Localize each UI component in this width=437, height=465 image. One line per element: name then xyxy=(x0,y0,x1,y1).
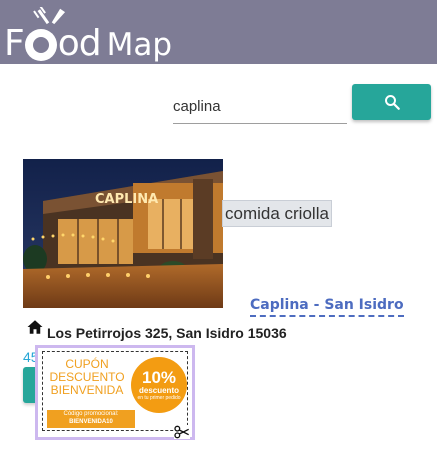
logo-text-prefix: F xyxy=(4,23,25,64)
coupon-code: BIENVENIDA10 xyxy=(69,419,113,425)
coupon-discount-note: en tu primer pedido xyxy=(137,395,181,401)
logo-text-map: Map xyxy=(106,27,173,63)
coupon-cut-border: CUPÓN DESCUENTO BIENVENIDA 10% descuento… xyxy=(42,351,190,439)
restaurant-name-link[interactable]: Caplina - San Isidro xyxy=(250,297,404,317)
coupon-discount-word: descuento xyxy=(138,386,179,395)
coupon-code-label: Código promocional: xyxy=(63,411,119,417)
coupon-discount-badge: 10% descuento en tu primer pedido xyxy=(131,357,187,413)
search-button[interactable] xyxy=(352,84,431,120)
coupon-title: CUPÓN DESCUENTO BIENVENIDA xyxy=(49,357,125,397)
restaurant-photo[interactable]: CAPLINA CAPLINA xyxy=(23,159,223,308)
search-icon xyxy=(384,95,400,110)
photo-sign-text: CAPLINA xyxy=(95,192,158,207)
welcome-coupon[interactable]: CUPÓN DESCUENTO BIENVENIDA 10% descuento… xyxy=(35,345,195,440)
coupon-percent: 10% xyxy=(141,368,177,387)
coupon-code-box: Código promocional: BIENVENIDA10 xyxy=(47,410,135,428)
home-icon xyxy=(27,320,43,334)
fork-knife-icon xyxy=(32,7,65,25)
restaurant-photo-illustration: CAPLINA CAPLINA xyxy=(23,159,223,308)
category-chip: comida criolla xyxy=(222,200,332,227)
foodmap-logo[interactable]: F od Map xyxy=(4,4,172,64)
restaurant-address: Los Petirrojos 325, San Isidro 15036 xyxy=(47,325,287,341)
plate-icon xyxy=(24,7,65,61)
app-header: F od Map xyxy=(0,0,437,64)
scissors-icon xyxy=(174,425,190,439)
search-input[interactable] xyxy=(173,84,347,124)
